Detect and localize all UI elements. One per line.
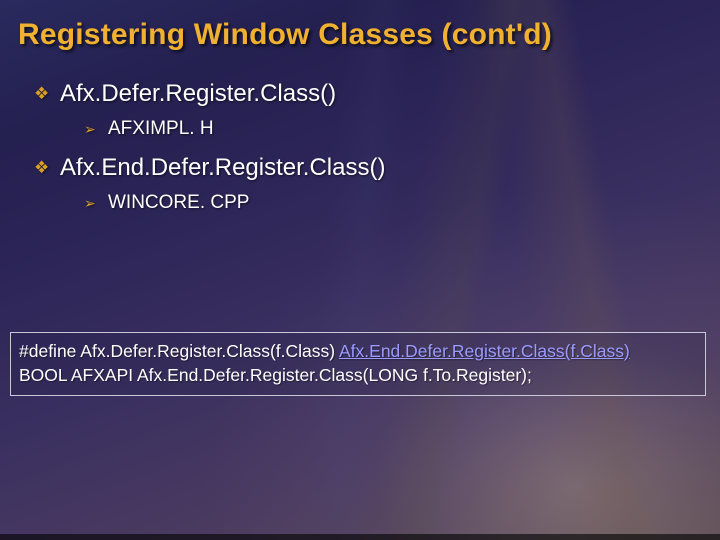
sub-bullet-text: WINCORE. CPP xyxy=(108,192,249,214)
arrow-icon: ➢ xyxy=(84,192,108,214)
bullet-level2: ➢ WINCORE. CPP xyxy=(84,192,690,214)
sub-bullet-text: AFXIMPL. H xyxy=(108,118,214,140)
diamond-icon: ❖ xyxy=(34,154,60,182)
bullet-text: Afx.Defer.Register.Class() xyxy=(60,80,336,108)
code-text: #define Afx.Defer.Register.Class(f.Class… xyxy=(19,341,339,361)
bullet-text: Afx.End.Defer.Register.Class() xyxy=(60,154,385,182)
code-call: Afx.End.Defer.Register.Class(f.Class) xyxy=(339,341,630,361)
bullet-level1: ❖ Afx.End.Defer.Register.Class() xyxy=(34,154,690,182)
slide-body: ❖ Afx.Defer.Register.Class() ➢ AFXIMPL. … xyxy=(34,72,690,228)
slide: Registering Window Classes (cont'd) ❖ Af… xyxy=(0,0,720,540)
bullet-level2: ➢ AFXIMPL. H xyxy=(84,118,690,140)
code-line: BOOL AFXAPI Afx.End.Defer.Register.Class… xyxy=(19,363,697,387)
arrow-icon: ➢ xyxy=(84,118,108,140)
code-line: #define Afx.Defer.Register.Class(f.Class… xyxy=(19,339,697,363)
code-box: #define Afx.Defer.Register.Class(f.Class… xyxy=(10,332,706,396)
diamond-icon: ❖ xyxy=(34,80,60,108)
slide-title: Registering Window Classes (cont'd) xyxy=(18,18,702,52)
bullet-level1: ❖ Afx.Defer.Register.Class() xyxy=(34,80,690,108)
